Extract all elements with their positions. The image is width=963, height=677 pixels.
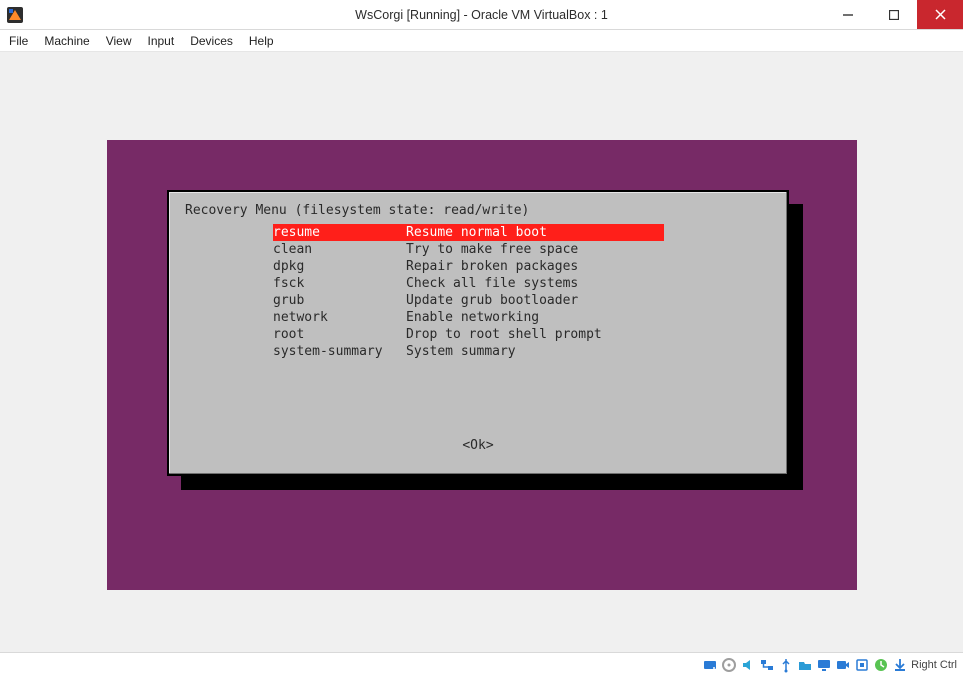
menu-help[interactable]: Help (249, 34, 274, 48)
window-buttons (825, 0, 963, 29)
close-button[interactable] (917, 0, 963, 29)
window-title: WsCorgi [Running] - Oracle VM VirtualBox… (0, 8, 963, 22)
display-icon[interactable] (816, 657, 832, 673)
recovery-menu-item-clean[interactable]: clean Try to make free space (169, 241, 664, 258)
cpu-icon[interactable] (854, 657, 870, 673)
recovery-menu-list: resume Resume normal bootclean Try to ma… (169, 224, 787, 360)
audio-icon[interactable] (740, 657, 756, 673)
menu-view[interactable]: View (106, 34, 132, 48)
harddisk-icon[interactable] (702, 657, 718, 673)
recovery-menu-item-dpkg[interactable]: dpkg Repair broken packages (169, 258, 664, 275)
recording-icon[interactable] (835, 657, 851, 673)
menu-devices[interactable]: Devices (190, 34, 233, 48)
keyboard-capture-icon[interactable] (892, 657, 908, 673)
recovery-menu-item-root[interactable]: root Drop to root shell prompt (169, 326, 664, 343)
recovery-dialog: Recovery Menu (filesystem state: read/wr… (167, 190, 789, 476)
recovery-menu-item-resume[interactable]: resume Resume normal boot (273, 224, 664, 241)
shared-folder-icon[interactable] (797, 657, 813, 673)
network-icon[interactable] (759, 657, 775, 673)
statusbar: Right Ctrl (0, 652, 963, 677)
mouse-integration-icon[interactable] (873, 657, 889, 673)
host-key-label: Right Ctrl (911, 659, 957, 671)
recovery-menu-item-fsck[interactable]: fsck Check all file systems (169, 275, 664, 292)
menu-input[interactable]: Input (148, 34, 175, 48)
maximize-button[interactable] (871, 0, 917, 29)
recovery-menu-item-grub[interactable]: grub Update grub bootloader (169, 292, 664, 309)
recovery-dialog-title: Recovery Menu (filesystem state: read/wr… (185, 202, 529, 219)
guest-screen: Recovery Menu (filesystem state: read/wr… (107, 140, 857, 590)
optical-icon[interactable] (721, 657, 737, 673)
window-titlebar: WsCorgi [Running] - Oracle VM VirtualBox… (0, 0, 963, 30)
usb-icon[interactable] (778, 657, 794, 673)
recovery-menu-item-system-summary[interactable]: system-summary System summary (169, 343, 664, 360)
minimize-button[interactable] (825, 0, 871, 29)
ok-button[interactable]: <Ok> (169, 437, 787, 454)
recovery-menu-item-network[interactable]: network Enable networking (169, 309, 664, 326)
menu-file[interactable]: File (9, 34, 28, 48)
menubar: File Machine View Input Devices Help (0, 30, 963, 52)
app-icon (6, 6, 24, 24)
guest-viewport[interactable]: Recovery Menu (filesystem state: read/wr… (0, 52, 963, 652)
menu-machine[interactable]: Machine (44, 34, 89, 48)
